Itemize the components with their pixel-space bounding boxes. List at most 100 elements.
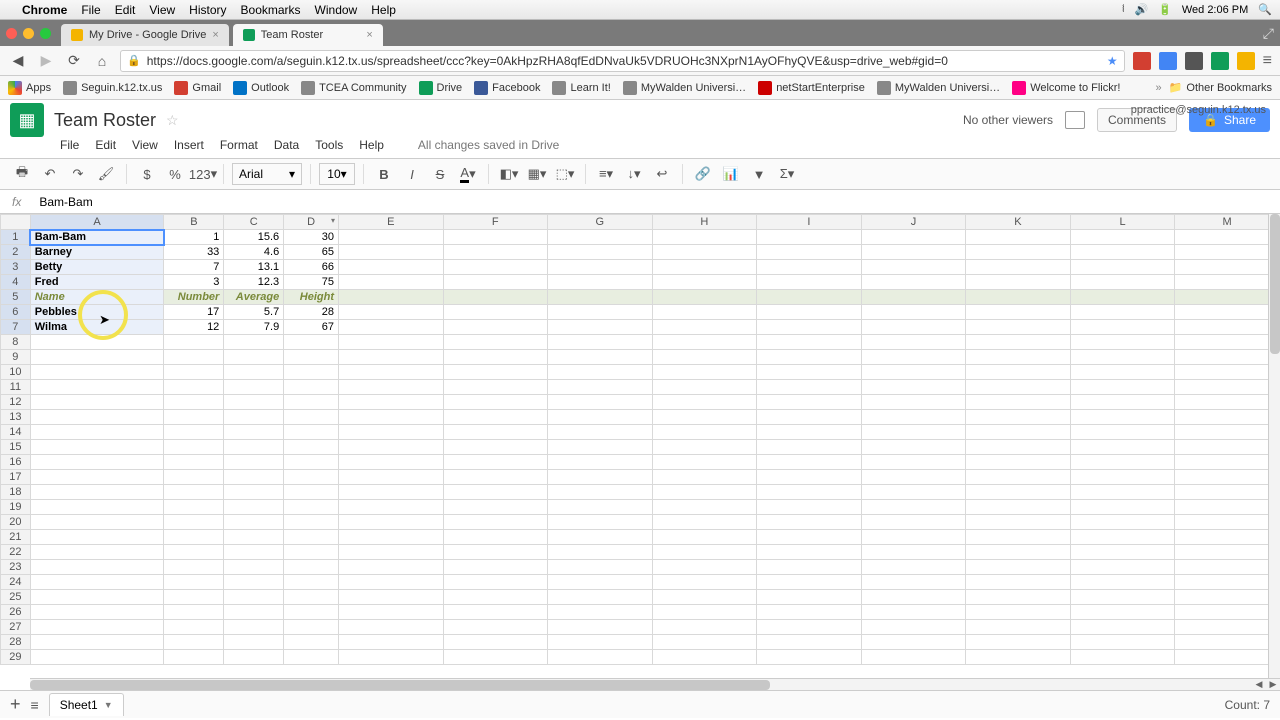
- cell[interactable]: [966, 590, 1071, 605]
- zoom-window-icon[interactable]: [40, 28, 51, 39]
- cell[interactable]: [652, 605, 757, 620]
- browser-tab-sheet[interactable]: Team Roster ×: [233, 24, 383, 46]
- menu-data[interactable]: Data: [274, 138, 299, 152]
- cell[interactable]: [443, 380, 548, 395]
- row-header[interactable]: 10: [1, 365, 31, 380]
- clock[interactable]: Wed 2:06 PM: [1182, 4, 1248, 16]
- cell[interactable]: [339, 230, 444, 245]
- cell[interactable]: [966, 350, 1071, 365]
- cell[interactable]: [548, 515, 653, 530]
- cell[interactable]: [1175, 515, 1280, 530]
- cell[interactable]: [443, 410, 548, 425]
- cell[interactable]: [757, 515, 862, 530]
- cell[interactable]: [339, 380, 444, 395]
- cell[interactable]: [1070, 365, 1175, 380]
- sheets-logo-icon[interactable]: ▦: [10, 103, 44, 137]
- cell[interactable]: [30, 530, 164, 545]
- row-header[interactable]: 7: [1, 320, 31, 335]
- cell[interactable]: [861, 335, 966, 350]
- cell[interactable]: [443, 500, 548, 515]
- cell[interactable]: [548, 470, 653, 485]
- cell[interactable]: [757, 605, 862, 620]
- cell[interactable]: [1175, 575, 1280, 590]
- menu-tools[interactable]: Tools: [315, 138, 343, 152]
- bookmark-item[interactable]: Seguin.k12.tx.us: [63, 81, 162, 95]
- close-tab-icon[interactable]: ×: [366, 29, 372, 41]
- cell[interactable]: [548, 260, 653, 275]
- cell[interactable]: [861, 230, 966, 245]
- cell[interactable]: [164, 590, 224, 605]
- menu-insert[interactable]: Insert: [174, 138, 204, 152]
- cell[interactable]: [1070, 530, 1175, 545]
- cell[interactable]: [1070, 500, 1175, 515]
- row-header[interactable]: 2: [1, 245, 31, 260]
- cell[interactable]: [339, 305, 444, 320]
- cell[interactable]: [652, 410, 757, 425]
- home-button[interactable]: ⌂: [92, 51, 112, 71]
- back-button[interactable]: ◀: [8, 51, 28, 71]
- cell[interactable]: [548, 365, 653, 380]
- extension-icon[interactable]: [1159, 52, 1177, 70]
- cell[interactable]: [224, 590, 284, 605]
- cell[interactable]: [30, 515, 164, 530]
- cell[interactable]: [443, 545, 548, 560]
- row-header[interactable]: 1: [1, 230, 31, 245]
- cell[interactable]: [224, 380, 284, 395]
- cell[interactable]: [652, 335, 757, 350]
- cell[interactable]: [1070, 305, 1175, 320]
- cell[interactable]: [966, 380, 1071, 395]
- cell[interactable]: [1070, 290, 1175, 305]
- menu-help[interactable]: Help: [359, 138, 384, 152]
- cell[interactable]: [164, 500, 224, 515]
- close-tab-icon[interactable]: ×: [212, 29, 218, 41]
- cell[interactable]: [757, 470, 862, 485]
- cell[interactable]: [861, 425, 966, 440]
- cell[interactable]: [443, 560, 548, 575]
- cell[interactable]: [757, 650, 862, 665]
- cell[interactable]: 3: [164, 275, 224, 290]
- cell[interactable]: 15.6: [224, 230, 284, 245]
- browser-tab-drive[interactable]: My Drive - Google Drive ×: [61, 24, 229, 46]
- cell[interactable]: [652, 500, 757, 515]
- cell[interactable]: [164, 350, 224, 365]
- cell[interactable]: [861, 530, 966, 545]
- cell[interactable]: [443, 320, 548, 335]
- cell[interactable]: [652, 305, 757, 320]
- cell[interactable]: [224, 515, 284, 530]
- cell[interactable]: [861, 305, 966, 320]
- cell[interactable]: [652, 560, 757, 575]
- cell[interactable]: [1070, 575, 1175, 590]
- cell[interactable]: [966, 245, 1071, 260]
- cell[interactable]: [966, 575, 1071, 590]
- cell[interactable]: [966, 425, 1071, 440]
- bookmark-item[interactable]: Learn It!: [552, 81, 610, 95]
- cell[interactable]: [861, 350, 966, 365]
- apps-shortcut[interactable]: Apps: [8, 81, 51, 95]
- cell[interactable]: [30, 545, 164, 560]
- volume-icon[interactable]: 🔊: [1134, 3, 1148, 16]
- bookmark-star-icon[interactable]: ★: [1107, 54, 1118, 68]
- cell[interactable]: [339, 635, 444, 650]
- cell[interactable]: 4.6: [224, 245, 284, 260]
- cell[interactable]: [284, 350, 339, 365]
- cell[interactable]: [339, 395, 444, 410]
- cell[interactable]: [284, 575, 339, 590]
- cell[interactable]: [966, 545, 1071, 560]
- cell[interactable]: [652, 230, 757, 245]
- cell[interactable]: [861, 500, 966, 515]
- cell[interactable]: [30, 650, 164, 665]
- cell[interactable]: [443, 455, 548, 470]
- cell[interactable]: [757, 590, 862, 605]
- cell[interactable]: [757, 290, 862, 305]
- cell[interactable]: [224, 620, 284, 635]
- cell[interactable]: [1070, 380, 1175, 395]
- cell[interactable]: [284, 500, 339, 515]
- cell[interactable]: [1175, 320, 1280, 335]
- mac-menu-history[interactable]: History: [189, 3, 226, 17]
- row-header[interactable]: 26: [1, 605, 31, 620]
- fullscreen-icon[interactable]: ⤢: [1263, 25, 1274, 42]
- cell[interactable]: [284, 560, 339, 575]
- cell[interactable]: [224, 350, 284, 365]
- cell[interactable]: [1070, 605, 1175, 620]
- row-header[interactable]: 21: [1, 530, 31, 545]
